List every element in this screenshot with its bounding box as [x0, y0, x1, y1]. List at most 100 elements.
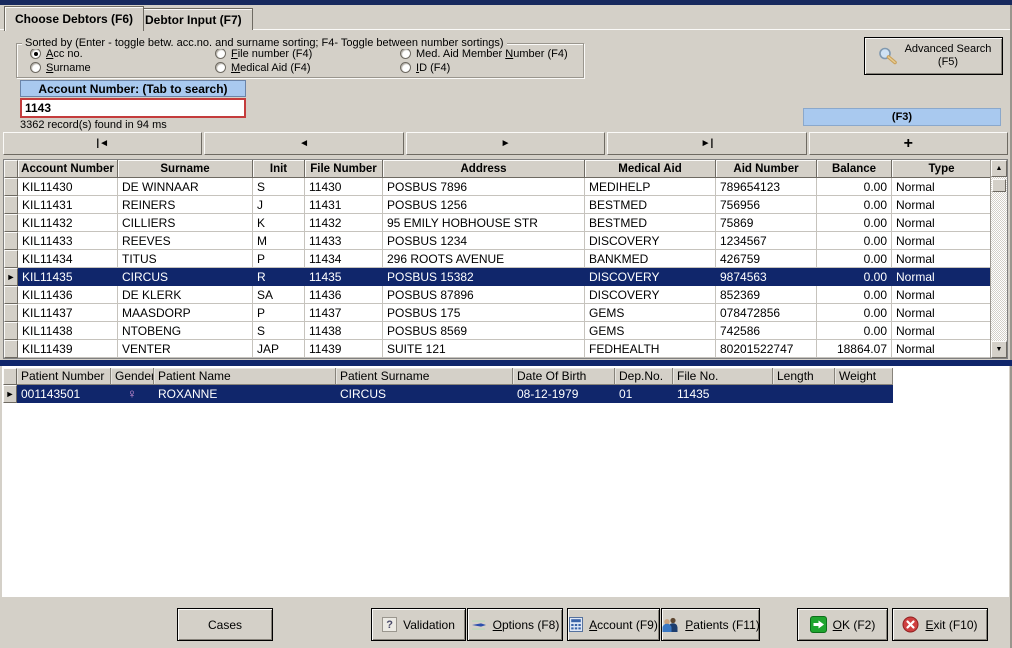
- add-record-button[interactable]: +: [809, 132, 1008, 155]
- validation-button[interactable]: ? Validation: [371, 608, 466, 641]
- table-row[interactable]: KIL11433REEVESM11433POSBUS 1234DISCOVERY…: [4, 232, 1007, 250]
- cell: 001143501: [17, 385, 111, 403]
- radio-label: Medical Aid (F4): [231, 62, 310, 74]
- account-button[interactable]: Account (F9): [567, 608, 660, 641]
- radio-circle: [400, 62, 411, 73]
- radio-label: Surname: [46, 62, 91, 74]
- table-row[interactable]: ►KIL11435CIRCUSR11435POSBUS 15382DISCOVE…: [4, 268, 1007, 286]
- radio-circle: [215, 48, 226, 59]
- search-icon: [876, 46, 898, 66]
- cell: DE WINNAAR: [118, 178, 253, 196]
- radio-circle: [400, 48, 411, 59]
- first-record-button[interactable]: |◄: [3, 132, 202, 155]
- row-indicator: [4, 250, 18, 268]
- cell: BESTMED: [585, 214, 716, 232]
- cell: FEDHEALTH: [585, 340, 716, 358]
- cell: Normal: [892, 196, 992, 214]
- cases-button[interactable]: Cases: [177, 608, 273, 641]
- tab-debtor-input[interactable]: Debtor Input (F7): [134, 8, 253, 30]
- cell: REEVES: [118, 232, 253, 250]
- cell: KIL11432: [18, 214, 118, 232]
- ok-button[interactable]: OK (F2): [797, 608, 888, 641]
- f3-button[interactable]: (F3): [803, 108, 1001, 126]
- cell: Normal: [892, 322, 992, 340]
- radio-circle: [30, 48, 41, 59]
- cell: POSBUS 8569: [383, 322, 585, 340]
- account-number-input[interactable]: [20, 98, 246, 118]
- column-header: Account Number: [18, 160, 118, 178]
- row-indicator: [4, 196, 18, 214]
- cell: 11434: [305, 250, 383, 268]
- cell: Normal: [892, 340, 992, 358]
- radio-label: ID (F4): [416, 62, 450, 74]
- cell: 80201522747: [716, 340, 817, 358]
- cell: SUITE 121: [383, 340, 585, 358]
- cases-button-label: Cases: [208, 618, 242, 632]
- cell: 11439: [305, 340, 383, 358]
- advanced-search-button[interactable]: Advanced Search (F5): [864, 37, 1003, 75]
- table-row[interactable]: KIL11436DE KLERKSA11436POSBUS 87896DISCO…: [4, 286, 1007, 304]
- exit-button[interactable]: Exit (F10): [892, 608, 988, 641]
- previous-record-button[interactable]: ◄: [204, 132, 403, 155]
- patient-table: Patient NumberGenderPatient NamePatient …: [3, 368, 893, 403]
- cell: JAP: [253, 340, 305, 358]
- cell: 11430: [305, 178, 383, 196]
- cell: KIL11437: [18, 304, 118, 322]
- scrollbar-thumb[interactable]: [992, 179, 1006, 192]
- patient-table-header: Patient NumberGenderPatient NamePatient …: [3, 368, 893, 385]
- table-row[interactable]: KIL11437MAASDORPP11437POSBUS 175GEMS0784…: [4, 304, 1007, 322]
- cell: KIL11439: [18, 340, 118, 358]
- cell: 11438: [305, 322, 383, 340]
- cell: POSBUS 7896: [383, 178, 585, 196]
- column-header: Gender: [111, 368, 154, 385]
- next-record-button[interactable]: ►: [406, 132, 605, 155]
- cell: ROXANNE: [154, 385, 336, 403]
- cell: REINERS: [118, 196, 253, 214]
- table-row[interactable]: KIL11439VENTERJAP11439SUITE 121FEDHEALTH…: [4, 340, 1007, 358]
- table-row[interactable]: KIL11438NTOBENGS11438POSBUS 8569GEMS7425…: [4, 322, 1007, 340]
- cell: KIL11434: [18, 250, 118, 268]
- cell: POSBUS 1256: [383, 196, 585, 214]
- radio-medical-aid[interactable]: Medical Aid (F4): [215, 61, 310, 74]
- cell: 0.00: [817, 196, 892, 214]
- cell: R: [253, 268, 305, 286]
- patients-people-icon: [661, 617, 679, 632]
- record-navigation-bar: |◄ ◄ ► ►| +: [3, 132, 1008, 155]
- table-row[interactable]: KIL11431REINERSJ11431POSBUS 1256BESTMED7…: [4, 196, 1007, 214]
- cell: VENTER: [118, 340, 253, 358]
- column-header: Patient Number: [17, 368, 111, 385]
- cell: 11432: [305, 214, 383, 232]
- radio-id[interactable]: ID (F4): [400, 61, 450, 74]
- cell: KIL11430: [18, 178, 118, 196]
- radio-surname[interactable]: Surname: [30, 61, 91, 74]
- cell: P: [253, 250, 305, 268]
- column-header: Date Of Birth: [513, 368, 615, 385]
- debtor-table-body: KIL11430DE WINNAARS11430POSBUS 7896MEDIH…: [4, 178, 1007, 358]
- window-top-strip: [0, 0, 1012, 5]
- cell: MEDIHELP: [585, 178, 716, 196]
- scroll-down-button[interactable]: ▼: [991, 341, 1007, 358]
- cell: KIL11435: [18, 268, 118, 286]
- cell: 95 EMILY HOBHOUSE STR: [383, 214, 585, 232]
- table-row[interactable]: KIL11434TITUSP11434296 ROOTS AVENUEBANKM…: [4, 250, 1007, 268]
- cell: 01: [615, 385, 673, 403]
- scroll-up-button[interactable]: ▲: [991, 160, 1007, 177]
- cell: S: [253, 178, 305, 196]
- vertical-scrollbar[interactable]: ▲ ▼: [990, 160, 1007, 358]
- cell: TITUS: [118, 250, 253, 268]
- row-indicator: [4, 178, 18, 196]
- cell: 0.00: [817, 304, 892, 322]
- cell: K: [253, 214, 305, 232]
- tab-choose-debtors[interactable]: Choose Debtors (F6): [4, 6, 144, 31]
- cell: 75869: [716, 214, 817, 232]
- column-header: Patient Surname: [336, 368, 513, 385]
- table-row[interactable]: ►001143501♀ROXANNECIRCUS08-12-1979011143…: [3, 385, 893, 403]
- records-found-status: 3362 record(s) found in 94 ms: [20, 119, 167, 131]
- table-row[interactable]: KIL11432CILLIERSK1143295 EMILY HOBHOUSE …: [4, 214, 1007, 232]
- radio-circle: [30, 62, 41, 73]
- cell: 11435: [305, 268, 383, 286]
- options-button[interactable]: Options (F8): [467, 608, 563, 641]
- last-record-button[interactable]: ►|: [607, 132, 806, 155]
- table-row[interactable]: KIL11430DE WINNAARS11430POSBUS 7896MEDIH…: [4, 178, 1007, 196]
- patients-button[interactable]: Patients (F11): [661, 608, 760, 641]
